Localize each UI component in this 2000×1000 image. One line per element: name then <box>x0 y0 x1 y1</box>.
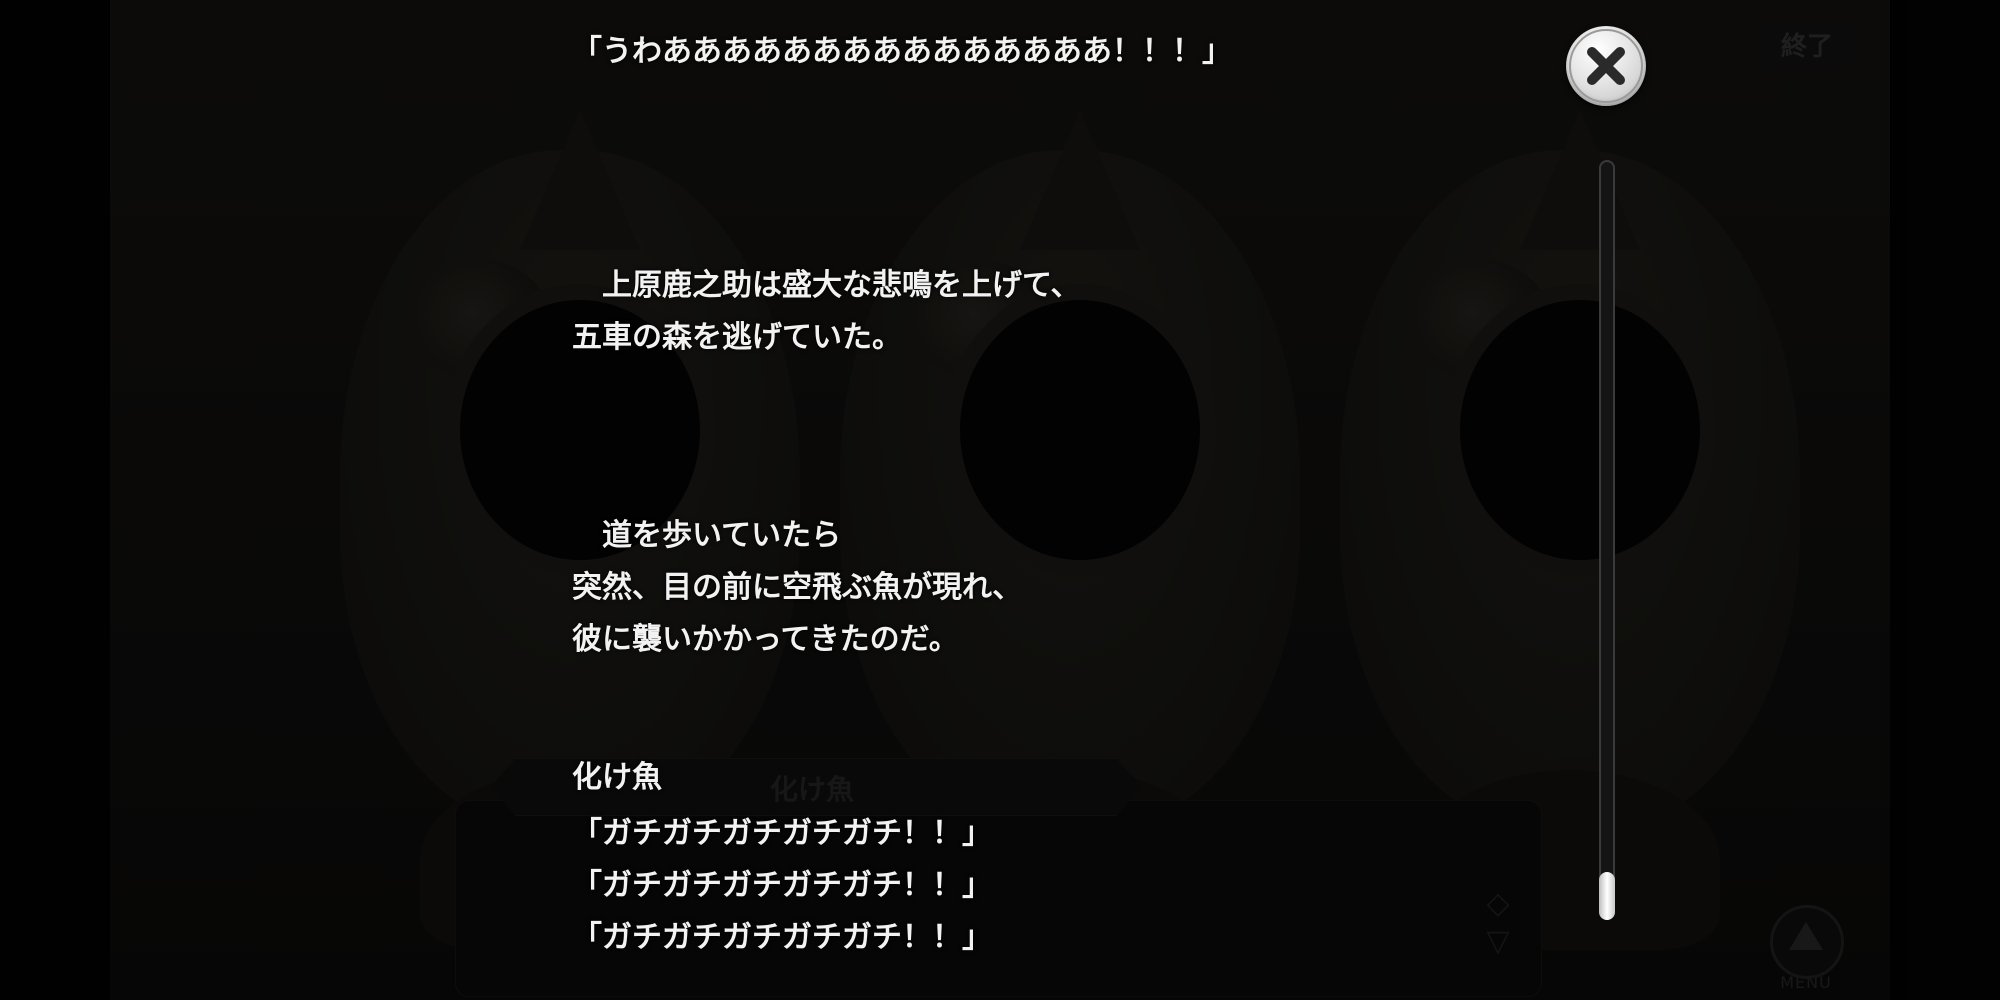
log-entry-text: 「うわあああああああああああああああ！！！」 <box>572 34 1232 69</box>
log-entry-text: 道を歩いていたら 突然、目の前に空飛ぶ魚が現れ、 彼に襲いかかってきたのだ。 <box>572 518 1023 657</box>
close-button[interactable] <box>1566 26 1646 106</box>
backlog-overlay <box>0 0 2000 1000</box>
log-scrollbar[interactable] <box>1599 160 1615 920</box>
log-entry-text: 「ガチガチガチガチガチ！！」 「ガチガチガチガチガチ！！」 「ガチガチガチガチガ… <box>572 816 992 955</box>
close-icon <box>1569 29 1643 103</box>
scrollbar-thumb[interactable] <box>1599 872 1615 920</box>
log-entry-speaker: 化け魚 <box>572 760 662 795</box>
log-entry-text: 上原鹿之助は盛大な悲鳴を上げて、 五車の森を逃げていた。 <box>572 268 1081 355</box>
